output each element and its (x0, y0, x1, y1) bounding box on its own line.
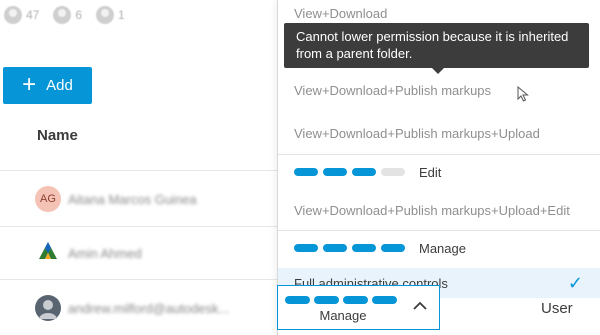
group-icon (53, 6, 72, 24)
level-pill (381, 168, 405, 176)
option-view-download-publish-upload-edit[interactable]: View+Download+Publish markups+Upload+Edi… (278, 198, 600, 222)
users-icon (4, 6, 22, 24)
option-label: Edit (419, 164, 442, 180)
user-photo-icon (39, 300, 57, 319)
plus-icon: + (22, 70, 37, 98)
company-logo-icon (39, 242, 57, 259)
users-count: 47 (26, 8, 40, 22)
level-pill (372, 296, 397, 304)
table-row[interactable]: andrew.milford@autodesk... (0, 285, 278, 331)
level-pill (285, 296, 310, 304)
members-panel: 47 6 1 + Add Name AG Aitana Marcos Guine… (0, 0, 278, 335)
level-pill (343, 296, 368, 304)
header-divider (0, 170, 278, 171)
option-view-download[interactable]: View+Download (278, 2, 600, 24)
level-pill (352, 244, 376, 252)
level-pill (323, 244, 347, 252)
permission-level-indicator (285, 296, 397, 304)
company-icon (96, 6, 115, 24)
permission-level-indicator (294, 244, 405, 252)
member-name: Aitana Marcos Guinea (68, 191, 197, 207)
level-pill (314, 296, 339, 304)
option-view-download-publish-upload[interactable]: View+Download+Publish markups+Upload (278, 121, 600, 145)
option-label: View+Download+Publish markups (294, 82, 492, 98)
row-divider (0, 279, 278, 280)
avatar (35, 240, 61, 266)
chevron-up-icon (413, 298, 427, 316)
member-name: Amin Ahmed (68, 245, 142, 261)
companies-stat: 1 (96, 6, 125, 24)
table-row[interactable]: AG Aitana Marcos Guinea (0, 176, 278, 222)
level-pill (352, 168, 376, 176)
level-pill (294, 168, 318, 176)
groups-count: 6 (75, 8, 83, 22)
table-row[interactable]: Amin Ahmed (0, 230, 278, 276)
level-pill (381, 244, 405, 252)
option-edit[interactable]: Edit (278, 160, 600, 184)
level-pill (294, 244, 318, 252)
permission-select-value: Manage (319, 308, 367, 323)
permission-tooltip: Cannot lower permission because it is in… (284, 23, 589, 74)
level-pill (323, 168, 347, 176)
users-stat: 47 (4, 6, 39, 24)
option-view-download-publish[interactable]: View+Download+Publish markups (278, 78, 600, 102)
member-name: andrew.milford@autodesk... (68, 300, 230, 316)
groups-stat: 6 (53, 6, 82, 24)
member-stats: 47 6 1 (4, 6, 125, 24)
name-column-header[interactable]: Name (37, 127, 78, 144)
mouse-cursor-icon (517, 86, 529, 102)
avatar: AG (35, 186, 61, 212)
option-divider (278, 230, 600, 231)
option-label: Manage (419, 240, 466, 256)
option-manage[interactable]: Manage (278, 236, 600, 260)
add-button-label: Add (46, 77, 73, 94)
option-label: View+Download (294, 5, 388, 21)
permission-level-indicator (294, 168, 405, 176)
row-divider (0, 226, 278, 227)
avatar (35, 295, 61, 321)
option-divider (278, 154, 600, 155)
checkmark-icon: ✓ (567, 272, 583, 293)
option-label: View+Download+Publish markups+Upload (294, 125, 540, 141)
add-button[interactable]: + Add (3, 67, 92, 104)
permission-select[interactable]: Manage (277, 285, 440, 330)
row-role[interactable]: User (541, 300, 573, 317)
companies-count: 1 (118, 8, 125, 22)
option-label: View+Download+Publish markups+Upload+Edi… (294, 202, 570, 218)
